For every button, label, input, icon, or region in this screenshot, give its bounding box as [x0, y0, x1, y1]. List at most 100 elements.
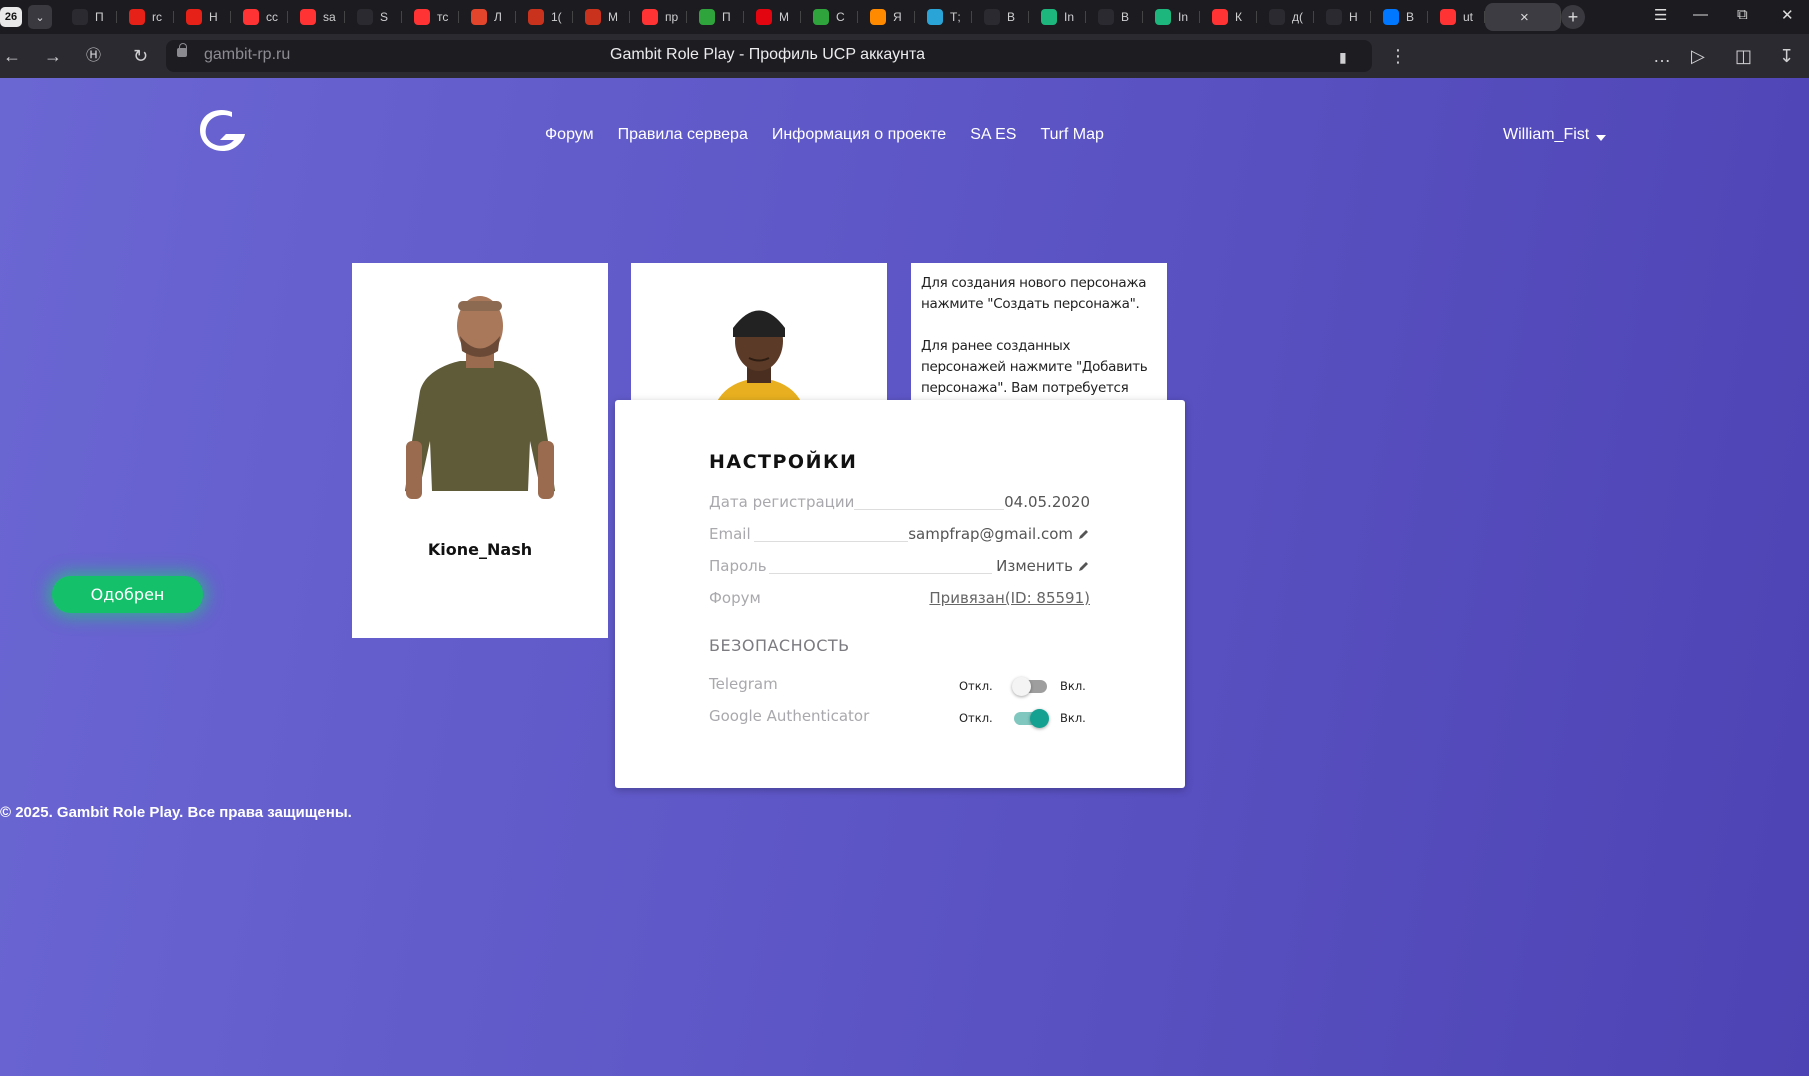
- gambit-icon: [1269, 9, 1285, 25]
- tab-title: В: [1007, 10, 1016, 24]
- browser-tab[interactable]: тс: [402, 3, 459, 31]
- minimize-icon[interactable]: —: [1693, 6, 1708, 23]
- browser-tab[interactable]: cc: [231, 3, 288, 31]
- toggle-knob[interactable]: [1012, 677, 1031, 696]
- yandex-icon: [243, 9, 259, 25]
- browser-tab[interactable]: П: [687, 3, 744, 31]
- browser-tab[interactable]: In: [1143, 3, 1200, 31]
- browser-tab[interactable]: Т;: [915, 3, 972, 31]
- gambit-logo[interactable]: [194, 104, 250, 158]
- close-tab-icon[interactable]: ×: [1520, 9, 1544, 26]
- tab-list-dropdown-icon[interactable]: ⌄: [28, 5, 52, 29]
- new-tab-button[interactable]: +: [1561, 5, 1585, 29]
- telegram-toggle[interactable]: [1012, 677, 1047, 696]
- toggle-knob[interactable]: [1030, 709, 1049, 728]
- email-row: Email sampfrap@gmail.com: [709, 525, 1090, 547]
- browser-menu-icon[interactable]: ☰: [1654, 6, 1667, 24]
- tab-title: In: [1178, 10, 1189, 24]
- tab-title: 1(: [551, 10, 562, 24]
- browser-tab[interactable]: S: [345, 3, 402, 31]
- bookmark-icon[interactable]: ▮: [1339, 47, 1347, 67]
- tab-title: Н: [209, 10, 218, 24]
- castle-icon: [984, 9, 1000, 25]
- user-menu[interactable]: William_Fist: [1503, 126, 1589, 144]
- browser-tab[interactable]: пр: [630, 3, 687, 31]
- browser-tab[interactable]: rc: [117, 3, 174, 31]
- red-square-icon: [528, 9, 544, 25]
- toggle-label: Telegram: [709, 675, 778, 693]
- browser-tab[interactable]: Н: [174, 3, 231, 31]
- browser-tab[interactable]: М: [744, 3, 801, 31]
- browser-tab[interactable]: sa: [288, 3, 345, 31]
- browser-tab[interactable]: В: [1371, 3, 1428, 31]
- browser-tab[interactable]: 1(: [516, 3, 573, 31]
- browser-tab[interactable]: П: [60, 3, 117, 31]
- change-password-link[interactable]: Изменить: [996, 557, 1090, 575]
- character-card[interactable]: Kione_Nash: [352, 263, 608, 638]
- more-extensions-icon[interactable]: …: [1653, 46, 1671, 66]
- close-window-icon[interactable]: ✕: [1781, 6, 1794, 24]
- tab-title: In: [1064, 10, 1075, 24]
- nav-sa-es[interactable]: SA ES: [970, 126, 1016, 144]
- footer-copyright: © 2025. Gambit Role Play. Все права защи…: [0, 804, 352, 821]
- settings-panel: НАСТРОЙКИ Дата регистрации 04.05.2020 Em…: [615, 400, 1185, 788]
- tab-title: rc: [152, 10, 162, 24]
- gambit-icon: [72, 9, 88, 25]
- green-icon: [1041, 9, 1057, 25]
- tab-count-badge[interactable]: 26: [0, 7, 22, 27]
- browser-tab[interactable]: Я: [858, 3, 915, 31]
- caret-down-icon[interactable]: [1596, 135, 1606, 141]
- castle-icon: [357, 9, 373, 25]
- back-icon[interactable]: ←: [3, 46, 21, 66]
- info-card: Для создания нового персонажа нажмите "С…: [911, 263, 1167, 408]
- settings-title: НАСТРОЙКИ: [709, 451, 858, 473]
- toggle-off-label: Откл.: [959, 711, 993, 725]
- tab-title: тс: [437, 10, 449, 24]
- google-auth-toggle[interactable]: [1014, 709, 1049, 728]
- main-nav: Форум Правила сервера Информация о проек…: [545, 126, 1104, 144]
- yandex-home-icon[interactable]: Ⓗ: [86, 46, 101, 66]
- page-title: Gambit Role Play - Профиль UCP аккаунта: [610, 46, 926, 63]
- browser-tab[interactable]: Л: [459, 3, 516, 31]
- nav-project-info[interactable]: Информация о проекте: [772, 126, 946, 144]
- change-password-text[interactable]: Изменить: [996, 557, 1073, 575]
- nav-forum[interactable]: Форум: [545, 126, 594, 144]
- reload-icon[interactable]: ↻: [133, 46, 148, 66]
- browser-tab[interactable]: М: [573, 3, 630, 31]
- character-card[interactable]: [631, 263, 887, 408]
- tab-title: Н: [1349, 10, 1358, 24]
- browser-tab[interactable]: В: [1086, 3, 1143, 31]
- forward-icon[interactable]: →: [44, 46, 62, 66]
- browser-tab[interactable]: ut: [1428, 3, 1485, 31]
- url-text[interactable]: gambit-rp.ru: [204, 46, 290, 64]
- browser-tab[interactable]: К: [1200, 3, 1257, 31]
- browser-tab[interactable]: В: [972, 3, 1029, 31]
- browser-tab[interactable]: In: [1029, 3, 1086, 31]
- downloads-icon[interactable]: ↧: [1779, 46, 1794, 66]
- yandex-icon: [1440, 9, 1456, 25]
- nav-server-rules[interactable]: Правила сервера: [618, 126, 748, 144]
- password-row: Пароль Изменить: [709, 557, 1090, 579]
- nav-turf-map[interactable]: Turf Map: [1040, 126, 1103, 144]
- info-paragraph: Для ранее созданных персонажей нажмите "…: [921, 338, 1148, 408]
- forum-link[interactable]: Привязан(ID: 85591): [929, 589, 1090, 607]
- collections-icon[interactable]: ◫: [1735, 46, 1752, 66]
- browser-tab-active[interactable]: ×: [1485, 3, 1561, 31]
- browser-tab[interactable]: д(: [1257, 3, 1314, 31]
- registration-date-row: Дата регистрации 04.05.2020: [709, 493, 1090, 515]
- edit-password-pencil-icon[interactable]: [1078, 560, 1090, 572]
- telegram-toggle-row: Telegram Откл. Вкл.: [709, 675, 1090, 697]
- row-label: Email: [709, 525, 751, 543]
- status-approved-button[interactable]: Одобрен: [52, 576, 203, 613]
- restore-icon[interactable]: ⧉: [1737, 6, 1748, 23]
- tab-title: S: [380, 10, 389, 24]
- browser-tab[interactable]: С: [801, 3, 858, 31]
- more-icon[interactable]: ⋮: [1389, 46, 1407, 66]
- tab-title: cc: [266, 10, 278, 24]
- forum-link-text[interactable]: Привязан(ID: 85591): [929, 589, 1090, 607]
- youtube-icon: [129, 9, 145, 25]
- green-icon: [1155, 9, 1171, 25]
- edit-email-pencil-icon[interactable]: [1078, 528, 1090, 540]
- browser-tab[interactable]: Н: [1314, 3, 1371, 31]
- media-icon[interactable]: ▷: [1691, 46, 1705, 66]
